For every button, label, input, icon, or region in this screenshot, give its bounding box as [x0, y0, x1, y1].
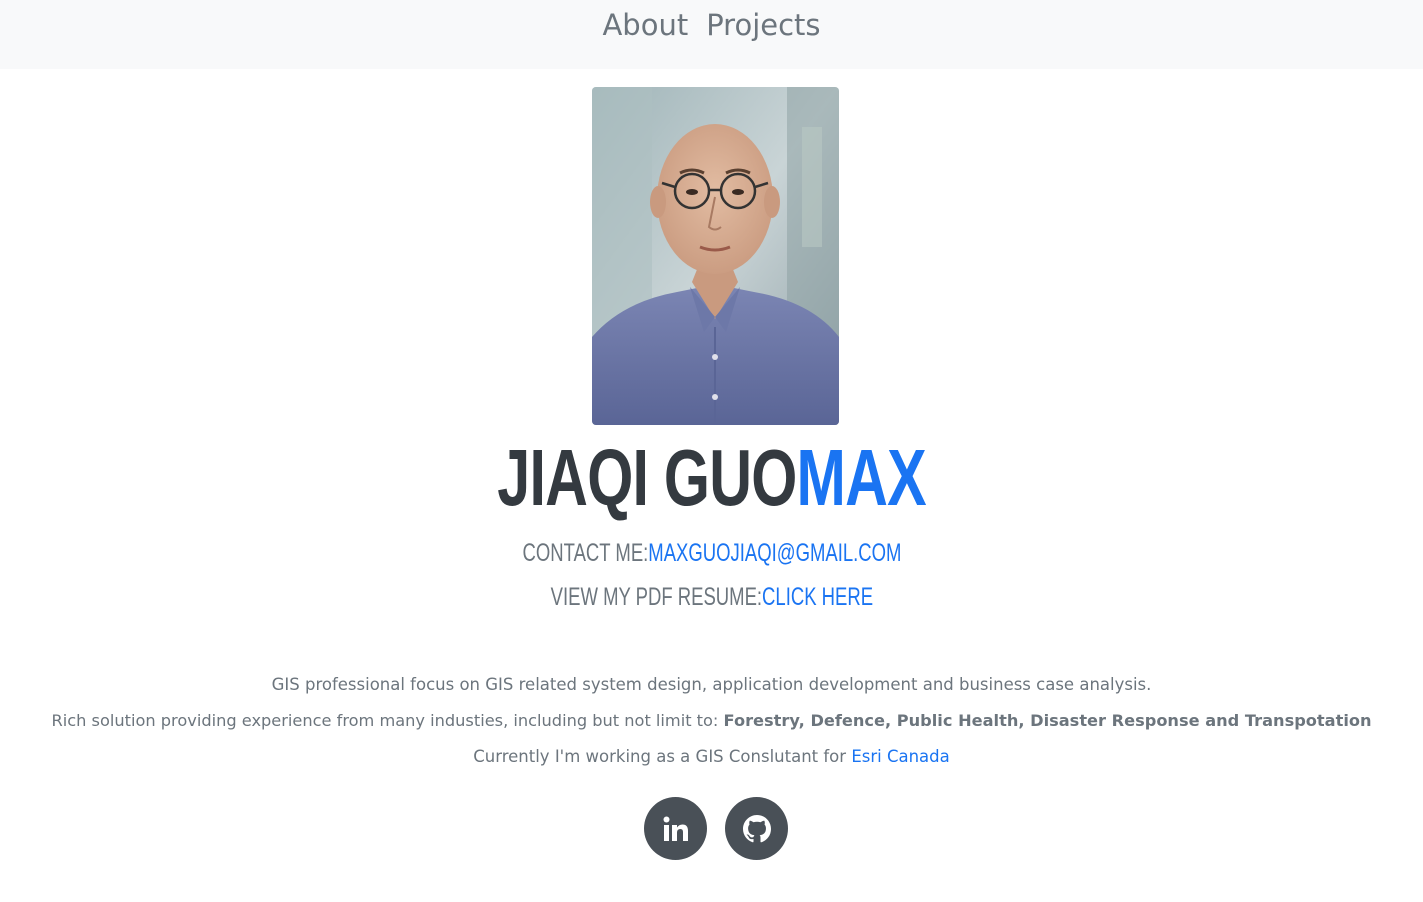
- first-name: JIAQI GUO: [497, 433, 797, 522]
- nav-link-about[interactable]: About: [602, 8, 688, 42]
- github-icon: [742, 814, 771, 842]
- top-navbar: About Projects: [0, 0, 1423, 69]
- linkedin-icon: [663, 816, 688, 841]
- bio-line-2: Rich solution providing experience from …: [0, 709, 1423, 733]
- bio-line-3: Currently I'm working as a GIS Conslutan…: [0, 745, 1423, 769]
- nav-link-projects[interactable]: Projects: [706, 8, 820, 42]
- industries-list: Forestry, Defence, Public Health, Disast…: [723, 711, 1372, 730]
- profile-photo: [592, 87, 839, 425]
- resume-line: VIEW MY PDF RESUME:CLICK HERE: [0, 582, 1423, 612]
- bio-line-1: GIS professional focus on GIS related sy…: [271, 675, 1152, 694]
- linkedin-button[interactable]: [644, 797, 707, 860]
- profile-name: JIAQI GUOMAX: [0, 418, 1423, 538]
- last-name: MAX: [796, 433, 926, 522]
- bio-line-3-text: Currently I'm working as a GIS Conslutan…: [473, 747, 852, 766]
- resume-link[interactable]: CLICK HERE: [762, 583, 873, 611]
- esri-canada-link[interactable]: Esri Canada: [851, 747, 949, 766]
- contact-line: CONTACT ME:MAXGUOJIAQI@GMAIL.COM: [0, 538, 1423, 568]
- github-button[interactable]: [725, 797, 788, 860]
- bio-line-2-text: Rich solution providing experience from …: [51, 711, 724, 730]
- contact-label: CONTACT ME:: [522, 539, 648, 567]
- resume-label: VIEW MY PDF RESUME:: [550, 583, 762, 611]
- email-link[interactable]: MAXGUOJIAQI@GMAIL.COM: [648, 539, 901, 567]
